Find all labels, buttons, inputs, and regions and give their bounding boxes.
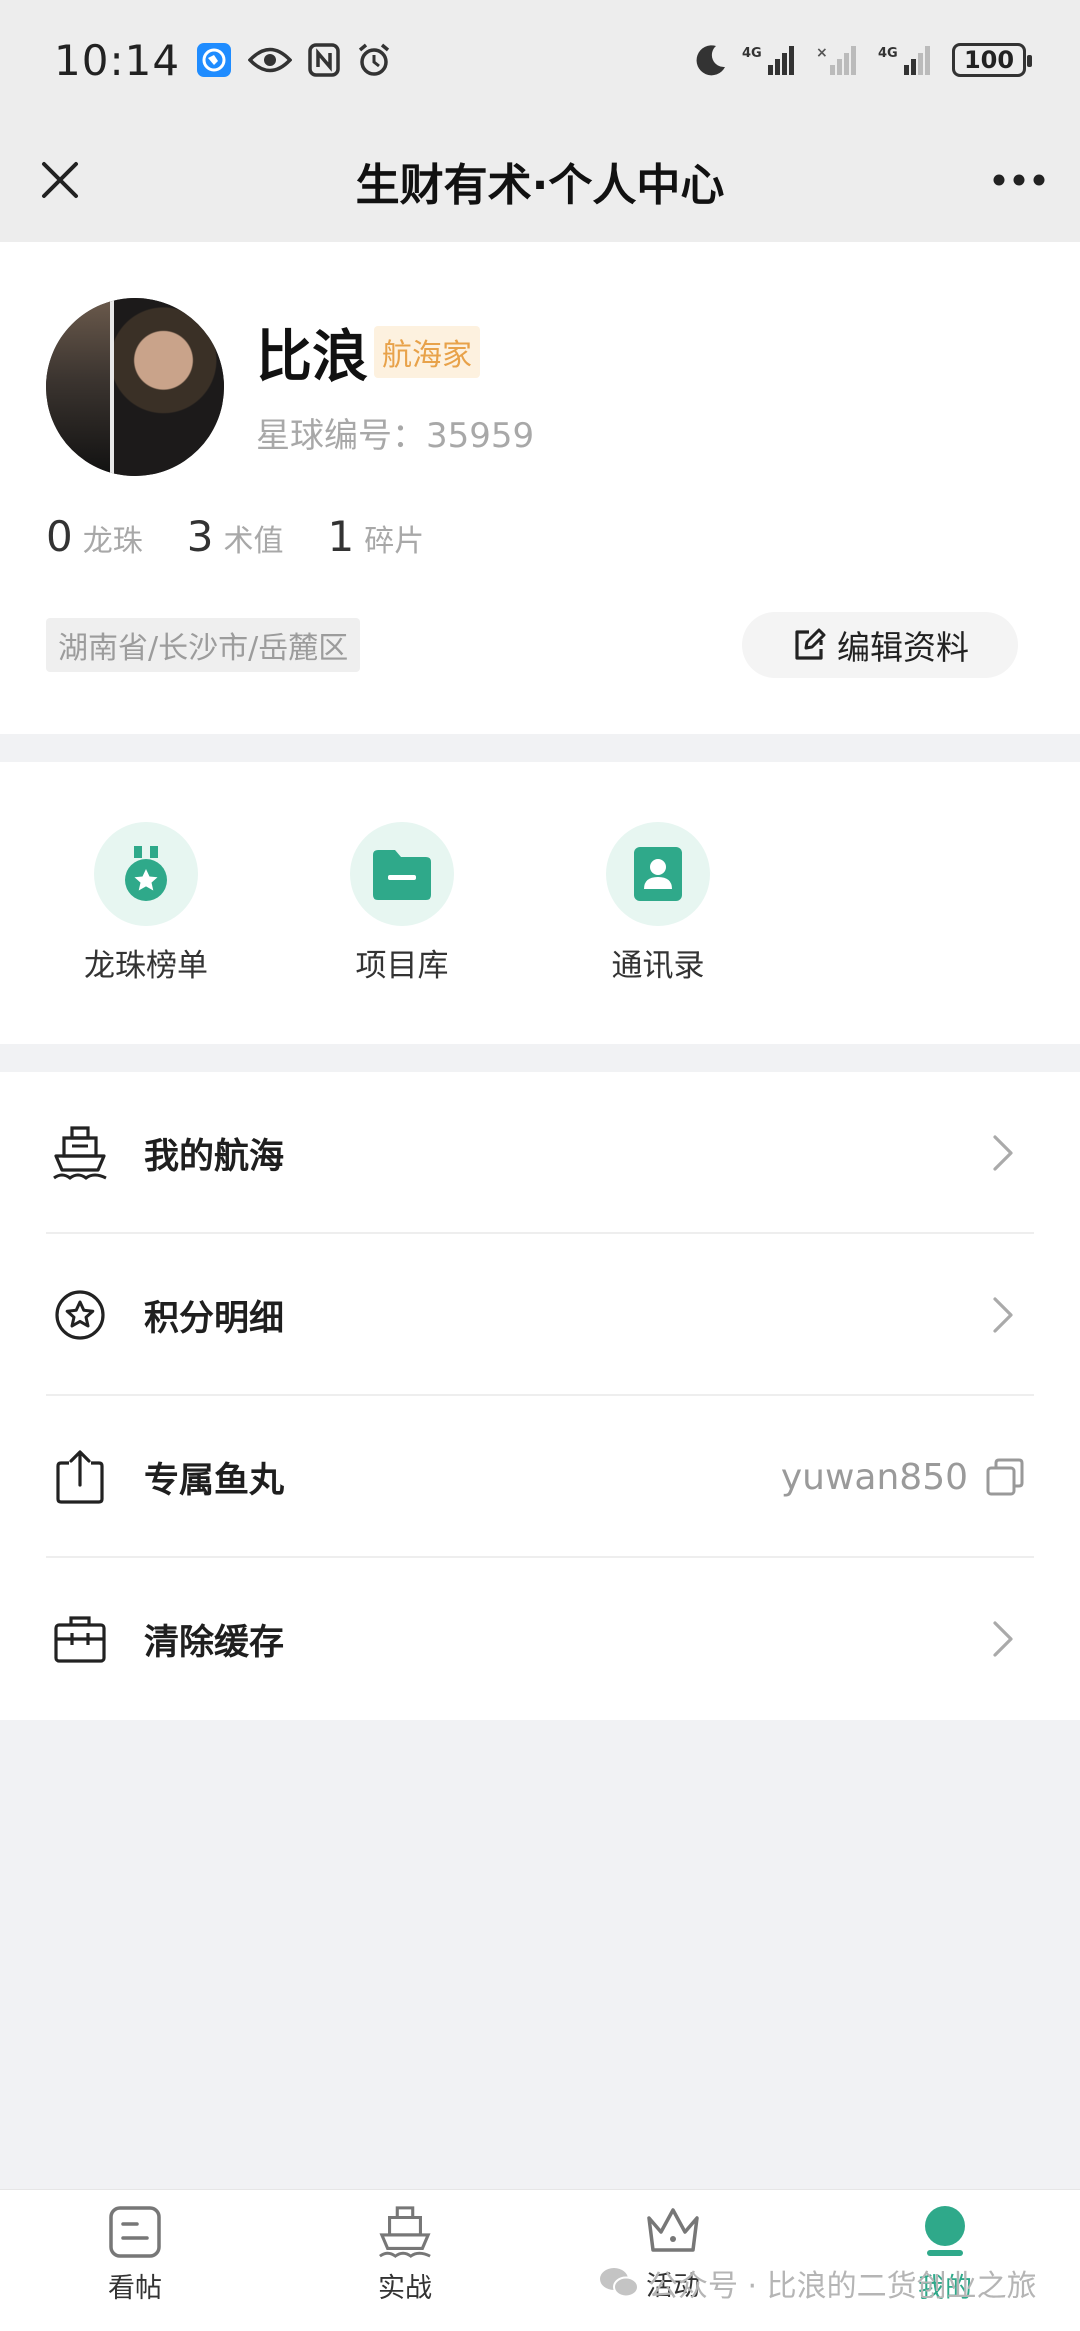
browser-app-icon [196,42,232,78]
avatar-photo-right [114,298,224,476]
ship-icon [379,2206,431,2258]
nfc-icon [308,43,340,77]
title-bar: 生财有术·个人中心 [0,120,1080,242]
stat-longzhu[interactable]: 0 龙珠 [46,512,143,561]
contacts-icon [634,847,682,901]
toolbox-icon [50,1609,110,1669]
avatar-photo-left [46,298,110,476]
menu-item-label: 清除缓存 [144,1622,285,1663]
stat-label: 碎片 [364,524,425,559]
more-options-button[interactable] [984,150,1054,210]
avatar[interactable] [46,298,224,476]
quick-tool-icon-bg [94,822,198,926]
share-bag-icon [50,1447,110,1507]
quick-tool-label: 通讯录 [611,948,705,984]
status-bar: 10:14 4G × 4G 100 [0,0,1080,120]
quick-tools: 龙珠榜单 项目库 通讯录 [0,762,1080,1044]
post-icon [109,2206,161,2258]
quick-tool-label: 项目库 [355,948,449,984]
svg-text:×: × [816,45,828,61]
nav-label: 看帖 [108,2273,162,2304]
yuwan-code: yuwan850 [780,1456,968,1498]
nav-label: 实战 [378,2273,432,2304]
alarm-icon [356,42,392,78]
more-dots-icon [993,174,1045,186]
menu-item-my-voyage[interactable]: 我的航海 [0,1072,1080,1234]
stat-value: 0 [46,512,73,561]
edit-profile-button[interactable]: 编辑资料 [742,612,1018,678]
signal-sim2-icon: 4G [878,43,938,77]
edit-profile-label: 编辑资料 [837,628,969,667]
level-badge: 航海家 [374,326,480,378]
profile-card: 比浪 航海家 星球编号：35959 0 龙珠 3 术值 1 碎片 湖南省/长沙市… [0,242,1080,734]
folder-icon [373,850,431,900]
quick-tool-icon-bg [606,822,710,926]
nav-tab-posts[interactable]: 看帖 [60,2204,210,2305]
svg-text:4G: 4G [878,46,898,61]
stat-value: 1 [327,512,355,561]
stats-row: 0 龙珠 3 术值 1 碎片 [46,512,424,561]
quick-tool-icon-bg [350,822,454,926]
bottom-nav: 看帖 实战 活动 我的 公众号 · 比浪的二货创业之旅 [0,2189,1080,2331]
ship-icon [50,1123,110,1183]
signal-sim1-icon: 4G [742,43,802,77]
profile-icon [925,2206,965,2256]
user-name: 比浪 [256,325,368,390]
status-right-icons: 4G × 4G 100 [694,43,1032,77]
quick-tool-contacts[interactable]: 通讯录 [568,822,748,985]
wechat-icon [600,2268,639,2298]
stat-suipian[interactable]: 1 碎片 [327,512,424,561]
chevron-right-icon [988,1619,1018,1659]
quick-tool-longzhu-rank[interactable]: 龙珠榜单 [56,822,236,985]
quick-tool-project-library[interactable]: 项目库 [312,822,492,985]
crown-icon [647,2208,699,2252]
watermark-text: 公众号 · 比浪的二货创业之旅 [648,2269,1037,2304]
copy-icon[interactable] [982,1454,1028,1500]
signal-no-service-icon: × [816,43,864,77]
edit-icon [795,628,826,660]
stat-label: 术值 [223,524,284,559]
menu-item-points-detail[interactable]: 积分明细 [0,1234,1080,1396]
watermark: 公众号 · 比浪的二货创业之旅 [598,2261,1037,2305]
status-left-icons [196,42,392,78]
star-circle-icon [50,1285,110,1345]
page-title: 生财有术·个人中心 [355,160,725,211]
close-button[interactable] [30,150,90,210]
stat-shuzhi[interactable]: 3 术值 [187,512,284,561]
svg-text:4G: 4G [742,46,762,61]
chevron-right-icon [988,1295,1018,1335]
member-number: 星球编号：35959 [256,416,535,456]
menu-item-label: 积分明细 [144,1298,285,1339]
quick-tool-label: 龙珠榜单 [84,948,208,984]
menu-item-label: 专属鱼丸 [144,1460,285,1501]
close-icon [42,162,78,198]
battery-icon: 100 [952,43,1032,77]
menu-item-clear-cache[interactable]: 清除缓存 [0,1558,1080,1720]
location-tag: 湖南省/长沙市/岳麓区 [46,618,361,672]
menu-item-label: 我的航海 [144,1136,285,1177]
stat-label: 龙珠 [82,524,143,559]
chevron-right-icon [988,1133,1018,1173]
do-not-disturb-moon-icon [694,43,728,77]
menu-list: 我的航海 积分明细 专属鱼丸 yuwan850 清除缓存 [0,1072,1080,1720]
menu-item-exclusive-yuwan[interactable]: 专属鱼丸 yuwan850 [0,1396,1080,1558]
status-time: 10:14 [54,35,181,85]
eye-icon [248,45,293,75]
stat-value: 3 [186,512,214,561]
nav-tab-practice[interactable]: 实战 [330,2204,480,2305]
medal-icon [125,846,167,901]
